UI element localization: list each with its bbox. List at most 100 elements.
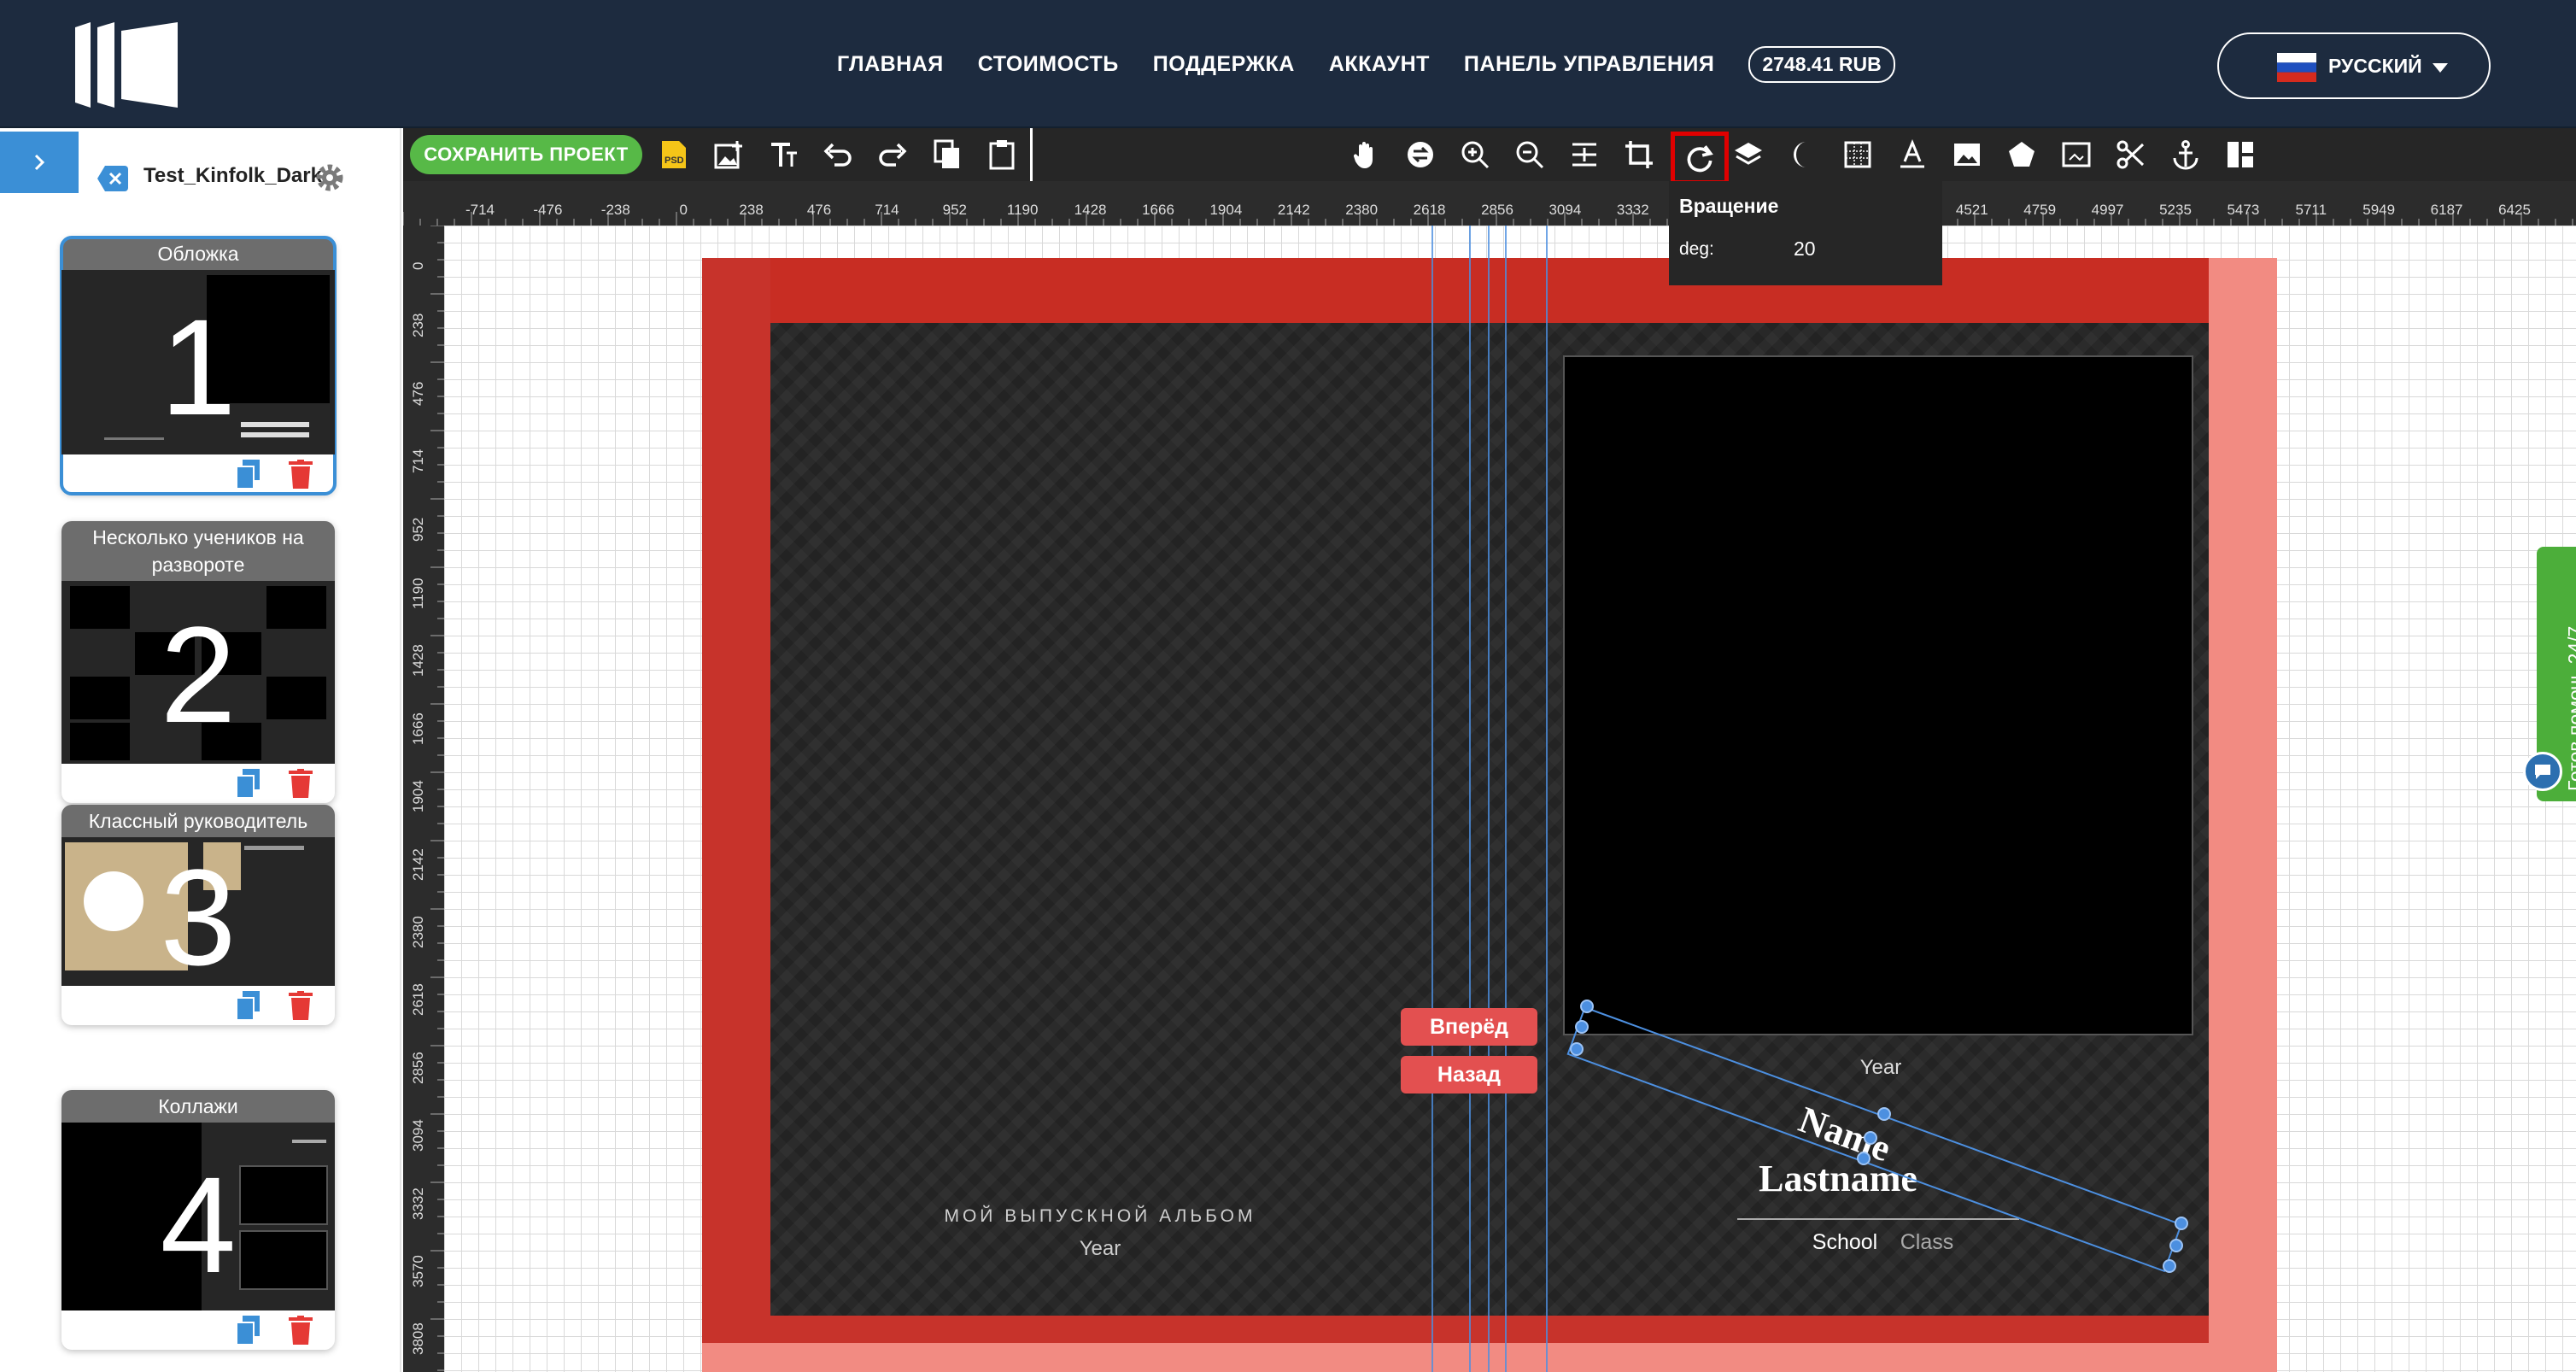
zoom-out-icon[interactable] — [1513, 138, 1546, 171]
top-ruler: -714 -476 -238 0 238 476 714 952 1190 1428 1666 190… — [403, 181, 2576, 226]
delete-page-icon[interactable] — [289, 1316, 313, 1345]
resize-handle[interactable] — [2175, 1217, 2188, 1230]
resize-handle[interactable] — [2163, 1259, 2176, 1273]
ruler-tick-label: -476 — [533, 202, 563, 218]
ruler-tick-label: 4997 — [2091, 202, 2124, 218]
expand-sidebar-button[interactable] — [0, 132, 79, 193]
page-card-title: Классный руководитель — [61, 805, 335, 837]
hand-icon[interactable] — [1349, 138, 1382, 171]
page-card-multiple-students[interactable]: Несколько учеников на развороте 2 — [61, 521, 335, 803]
rotate-icon — [1687, 145, 1713, 173]
nav-pricing[interactable]: СТОИМОСТЬ — [978, 52, 1119, 77]
bring-forward-button[interactable]: Вперёд — [1401, 1008, 1537, 1046]
left-ruler: 0 238 476 714 952 1190 1428 1666 1904 2142 2380 261… — [403, 226, 444, 1372]
delete-page-icon[interactable] — [289, 460, 313, 489]
zoom-in-icon[interactable] — [1459, 138, 1491, 171]
page-thumbnail: 3 — [61, 837, 335, 986]
ruler-tick-label: 3094 — [410, 1119, 426, 1152]
swap-icon[interactable] — [1404, 138, 1437, 171]
ruler-tick-label: 1666 — [1142, 202, 1174, 218]
ruler-tick-label: 238 — [739, 202, 764, 218]
page-number: 3 — [160, 841, 237, 986]
album-title-text[interactable]: МОЙ ВЫПУСКНОЙ АЛЬБОМ — [897, 1206, 1303, 1227]
resize-handle[interactable] — [1575, 1020, 1589, 1034]
delete-page-icon[interactable] — [289, 769, 313, 798]
album-year-text[interactable]: Year — [897, 1237, 1303, 1261]
align-icon[interactable] — [1568, 138, 1601, 171]
editor-canvas[interactable]: МОЙ ВЫПУСКНОЙ АЛЬБОМ Year Year Name Last… — [444, 226, 2576, 1372]
ruler-tick-label: 3332 — [1616, 202, 1649, 218]
resize-handle[interactable] — [1580, 1000, 1594, 1013]
copy-icon[interactable] — [931, 138, 963, 171]
page-thumbnail: 2 — [61, 581, 335, 764]
help-label: Готов помочь 24/7 — [2564, 625, 2576, 791]
send-backward-button[interactable]: Назад — [1401, 1056, 1537, 1093]
guide-line — [1431, 226, 1433, 1372]
guide-line — [1488, 226, 1490, 1372]
cover-year-text[interactable]: Year — [1795, 1056, 1966, 1080]
page-number: 2 — [160, 598, 237, 751]
rotation-deg-label: deg: — [1679, 239, 1714, 259]
ruler-tick-label: 238 — [410, 314, 426, 338]
resize-handle[interactable] — [2169, 1239, 2183, 1252]
ruler-tick-label: 0 — [679, 202, 688, 218]
ruler-tick-label: 5235 — [2159, 202, 2192, 218]
toolbar-separator — [1030, 128, 1033, 181]
rotate-button[interactable] — [1671, 132, 1729, 185]
ruler-tick-label: 3332 — [410, 1187, 426, 1220]
ruler-tick-label: 1666 — [410, 712, 426, 745]
ruler-tick-label: -714 — [465, 202, 495, 218]
page-card-cover[interactable]: Обложка 1 — [60, 236, 337, 495]
chat-button[interactable] — [2523, 752, 2562, 791]
nav-account[interactable]: АККАУНТ — [1329, 52, 1430, 77]
add-text-icon[interactable] — [767, 138, 799, 171]
page-number: 1 — [160, 290, 237, 443]
page-card-class-teacher[interactable]: Классный руководитель 3 — [61, 805, 335, 1025]
redo-icon[interactable] — [876, 138, 909, 171]
nav-support[interactable]: ПОДДЕРЖКА — [1153, 52, 1295, 77]
cover-divider — [1737, 1218, 2019, 1220]
ruler-tick-label: 1190 — [1006, 202, 1039, 218]
add-image-icon[interactable] — [712, 138, 745, 171]
duplicate-page-icon[interactable] — [236, 991, 261, 1020]
crop-icon[interactable] — [1623, 138, 1655, 171]
resize-handle[interactable] — [1857, 1152, 1871, 1165]
ruler-tick-label: 476 — [806, 202, 832, 218]
ruler-tick-label: 4521 — [1955, 202, 1988, 218]
cover-school-text[interactable]: School — [1794, 1230, 1896, 1255]
ruler-tick-label: 4759 — [2023, 202, 2057, 218]
nav-home[interactable]: ГЛАВНАЯ — [837, 52, 944, 77]
ruler-tick-label: 3094 — [1549, 202, 1582, 218]
close-project-icon[interactable] — [97, 166, 128, 191]
duplicate-page-icon[interactable] — [236, 460, 261, 489]
undo-icon[interactable] — [822, 138, 854, 171]
duplicate-page-icon[interactable] — [236, 1316, 261, 1345]
paste-icon[interactable] — [986, 138, 1018, 171]
site-logo[interactable] — [75, 22, 178, 108]
language-select[interactable]: РУССКИЙ — [2217, 32, 2491, 99]
rotate-handle[interactable] — [1877, 1107, 1891, 1121]
ruler-tick-label: 1190 — [410, 578, 426, 609]
russia-flag-icon — [2277, 53, 2316, 82]
rotation-deg-input[interactable]: 20 — [1794, 237, 1816, 261]
page-card-title: Коллажи — [61, 1090, 335, 1123]
balance-badge[interactable]: 2748.41 RUB — [1748, 46, 1895, 83]
ruler-tick-label: 0 — [410, 261, 426, 270]
ruler-tick-label: 2618 — [410, 983, 426, 1017]
cover-class-text[interactable]: Class — [1884, 1230, 1970, 1255]
ruler-tick-label: 5473 — [2227, 202, 2260, 218]
psd-icon[interactable]: PSD — [658, 138, 690, 171]
page-card-collages[interactable]: Коллажи 4 — [61, 1090, 335, 1350]
delete-page-icon[interactable] — [289, 991, 313, 1020]
ruler-tick-label: 714 — [875, 202, 899, 218]
ruler-tick-label: 2142 — [1277, 202, 1310, 218]
resize-handle[interactable] — [1864, 1131, 1877, 1145]
page-number: 4 — [160, 1148, 237, 1301]
save-project-button[interactable]: СОХРАНИТЬ ПРОЕКТ — [410, 135, 642, 174]
duplicate-page-icon[interactable] — [236, 769, 261, 798]
resize-handle[interactable] — [1570, 1042, 1584, 1056]
nav-dashboard[interactable]: ПАНЕЛЬ УПРАВЛЕНИЯ — [1464, 52, 1714, 77]
photo-placeholder[interactable] — [1563, 355, 2193, 1035]
gear-icon[interactable] — [313, 161, 347, 195]
page-card-title: Обложка — [61, 237, 335, 270]
